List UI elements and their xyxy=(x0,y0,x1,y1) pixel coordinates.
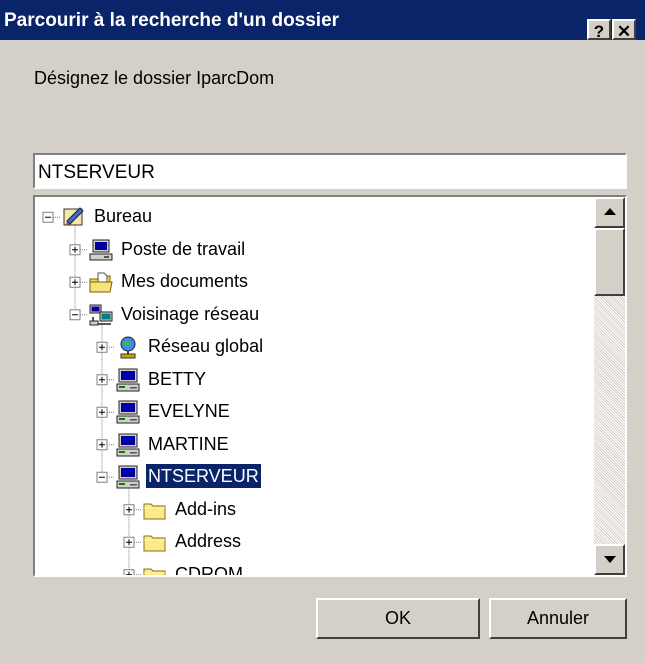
collapse-icon[interactable] xyxy=(96,471,108,483)
folder-icon xyxy=(143,568,166,575)
ok-button[interactable]: OK xyxy=(316,598,480,639)
tree-item-label: EVELYNE xyxy=(148,401,230,422)
computer-icon xyxy=(116,465,140,489)
tree-item-label: Réseau global xyxy=(148,336,264,357)
tree-item-label: Voisinage réseau xyxy=(121,303,260,324)
collapse-icon[interactable] xyxy=(42,211,54,223)
folder-tree[interactable]: Bureau Poste de travail Mes documents Voisi… xyxy=(33,195,627,577)
tree-item-label: MARTINE xyxy=(148,433,229,454)
desktop-icon xyxy=(63,207,84,226)
folder-icon xyxy=(143,535,166,552)
tree-item-label: Mes documents xyxy=(121,271,249,292)
dialog-prompt: Désignez le dossier IparcDom xyxy=(34,68,275,88)
arrow-down-icon xyxy=(604,556,616,563)
expand-icon[interactable] xyxy=(96,406,108,418)
tree-item-label: Add-ins xyxy=(175,498,237,519)
entire-network-icon xyxy=(120,336,136,359)
cancel-button[interactable]: Annuler xyxy=(489,598,627,639)
tree-item-label: CDROM xyxy=(175,563,243,575)
arrow-up-icon xyxy=(604,208,616,215)
expand-icon[interactable] xyxy=(69,276,81,288)
close-button[interactable]: ✕ xyxy=(612,19,636,41)
expand-icon[interactable] xyxy=(96,374,108,386)
my-documents-icon xyxy=(89,272,113,293)
expand-icon[interactable] xyxy=(69,244,81,256)
expand-icon[interactable] xyxy=(123,569,135,575)
expand-icon[interactable] xyxy=(96,341,108,353)
expand-icon[interactable] xyxy=(96,439,108,451)
computer-icon xyxy=(116,400,140,424)
dialog-title: Parcourir à la recherche d'un dossier xyxy=(4,10,340,31)
tree-item-label: NTSERVEUR xyxy=(145,463,262,490)
folder-icon xyxy=(143,503,166,520)
network-neighborhood-icon xyxy=(89,304,113,326)
title-bar: Parcourir à la recherche d'un dossier ? … xyxy=(0,0,645,41)
computer-icon xyxy=(116,433,140,457)
computer-icon xyxy=(116,368,140,392)
tree-item-label: BETTY xyxy=(148,368,207,389)
my-computer-icon xyxy=(89,239,113,261)
expand-icon[interactable] xyxy=(123,536,135,548)
tree-item-label: Address xyxy=(175,531,242,552)
scroll-down-button[interactable] xyxy=(594,544,625,575)
help-button[interactable]: ? xyxy=(587,19,611,41)
collapse-icon[interactable] xyxy=(69,309,81,321)
scroll-thumb[interactable] xyxy=(594,228,625,296)
folder-name-field[interactable]: NTSERVEUR xyxy=(33,153,627,189)
vertical-scrollbar[interactable] xyxy=(594,197,625,575)
scroll-up-button[interactable] xyxy=(594,197,625,228)
tree-item-label: Bureau xyxy=(94,206,153,227)
expand-icon[interactable] xyxy=(123,504,135,516)
tree-item-label: Poste de travail xyxy=(121,238,246,259)
folder-tree-viewport: Bureau Poste de travail Mes documents Voisi… xyxy=(35,197,595,575)
